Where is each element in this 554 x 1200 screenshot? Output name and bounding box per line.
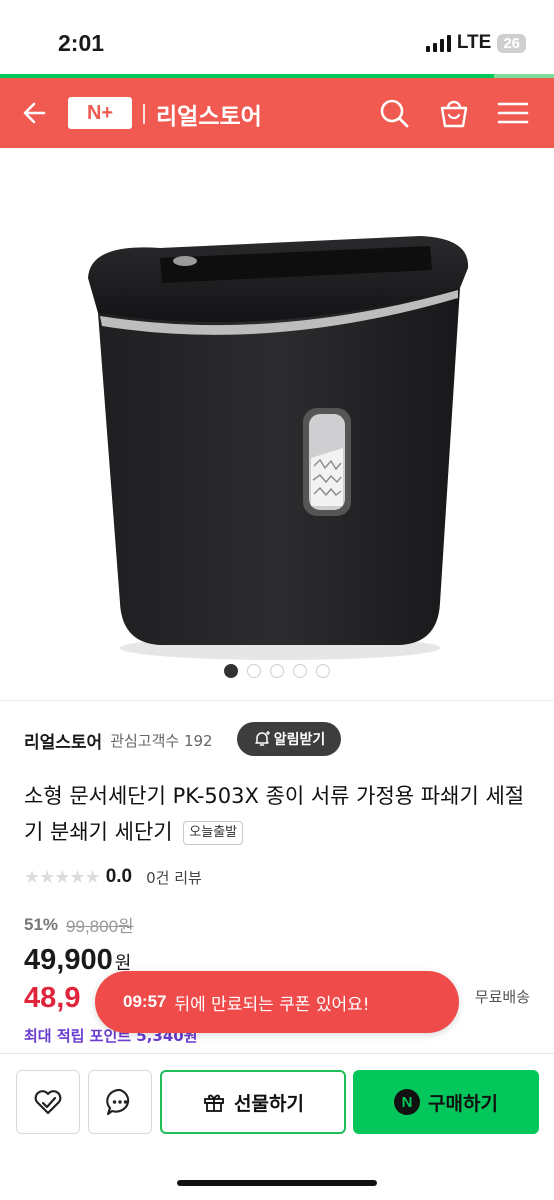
benefit-price: 48,9 [24, 982, 81, 1014]
battery-icon: 26 [497, 33, 526, 53]
buy-button[interactable]: N 구매하기 [353, 1070, 539, 1134]
shopping-bag-icon[interactable] [434, 93, 474, 133]
pagination-dot-2[interactable] [247, 664, 261, 678]
discount-row: 51% 99,800원 [24, 912, 134, 937]
gift-icon [204, 1094, 224, 1112]
shredder-image [88, 236, 469, 660]
coupon-timer: 09:57 [123, 992, 167, 1011]
pagination-dot-5[interactable] [316, 664, 330, 678]
coupon-toast[interactable]: 09:57 뒤에 만료되는 쿠폰 있어요! [95, 971, 459, 1033]
talk-button[interactable] [88, 1070, 152, 1134]
status-bar: 2:01 LTE 26 [0, 0, 554, 74]
alarm-button[interactable]: 알림받기 [237, 722, 341, 756]
seller-info: 리얼스토어 관심고객수 192 [24, 728, 213, 753]
review-count[interactable]: 0건 리뷰 [146, 867, 202, 888]
chat-bubble-icon [106, 1088, 130, 1116]
gift-button-label: 선물하기 [234, 1092, 304, 1115]
product-title: 소형 문서세단기 PK-503X 종이 서류 가정용 파쇄기 세절기 분쇄기 세… [24, 784, 525, 844]
pagination-dot-4[interactable] [293, 664, 307, 678]
seller-name[interactable]: 리얼스토어 [24, 728, 102, 753]
section-divider [0, 700, 554, 701]
purchase-bar: 선물하기 N 구매하기 [0, 1053, 554, 1200]
signal-icon [425, 34, 451, 52]
star-rating-icon: ★★★★★ [24, 866, 101, 888]
today-shipping-badge: 오늘출발 [183, 821, 244, 845]
pagination-dot-3[interactable] [270, 664, 284, 678]
pagination-dot-1[interactable] [224, 664, 238, 678]
back-arrow-icon[interactable] [18, 95, 54, 131]
store-name[interactable]: 리얼스토어 [156, 97, 262, 131]
wishlist-button[interactable] [16, 1070, 80, 1134]
heart-check-icon [34, 1090, 62, 1115]
discount-rate: 51% [24, 914, 59, 934]
home-indicator[interactable] [177, 1180, 377, 1186]
image-pagination[interactable] [0, 664, 554, 678]
store-header: N+ 리얼스토어 [0, 78, 554, 148]
status-time: 2:01 [58, 30, 105, 56]
original-price: 99,800원 [66, 917, 134, 936]
header-divider [143, 104, 145, 124]
buy-button-label: 구매하기 [428, 1092, 498, 1115]
naver-plus-logo[interactable]: N+ [68, 97, 132, 129]
rating-score: 0.0 [105, 866, 133, 887]
rating-row[interactable]: ★★★★★ 0.0 0건 리뷰 [24, 866, 202, 888]
search-icon[interactable] [374, 93, 414, 133]
network-type: LTE [456, 32, 492, 53]
bell-plus-icon [254, 731, 270, 746]
gift-button[interactable]: 선물하기 [160, 1070, 346, 1134]
product-image[interactable] [0, 148, 554, 700]
shipping-info: 무료배송 [474, 988, 530, 1006]
naver-pay-icon: N [394, 1089, 421, 1115]
price: 49,900 [24, 944, 113, 976]
coupon-message: 뒤에 만료되는 쿠폰 있어요! [174, 994, 370, 1015]
menu-icon[interactable] [493, 93, 533, 133]
seller-followers: 관심고객수 192 [110, 732, 213, 750]
alarm-button-label: 알림받기 [273, 732, 326, 748]
product-title-block: 소형 문서세단기 PK-503X 종이 서류 가정용 파쇄기 세절기 분쇄기 세… [24, 778, 534, 850]
